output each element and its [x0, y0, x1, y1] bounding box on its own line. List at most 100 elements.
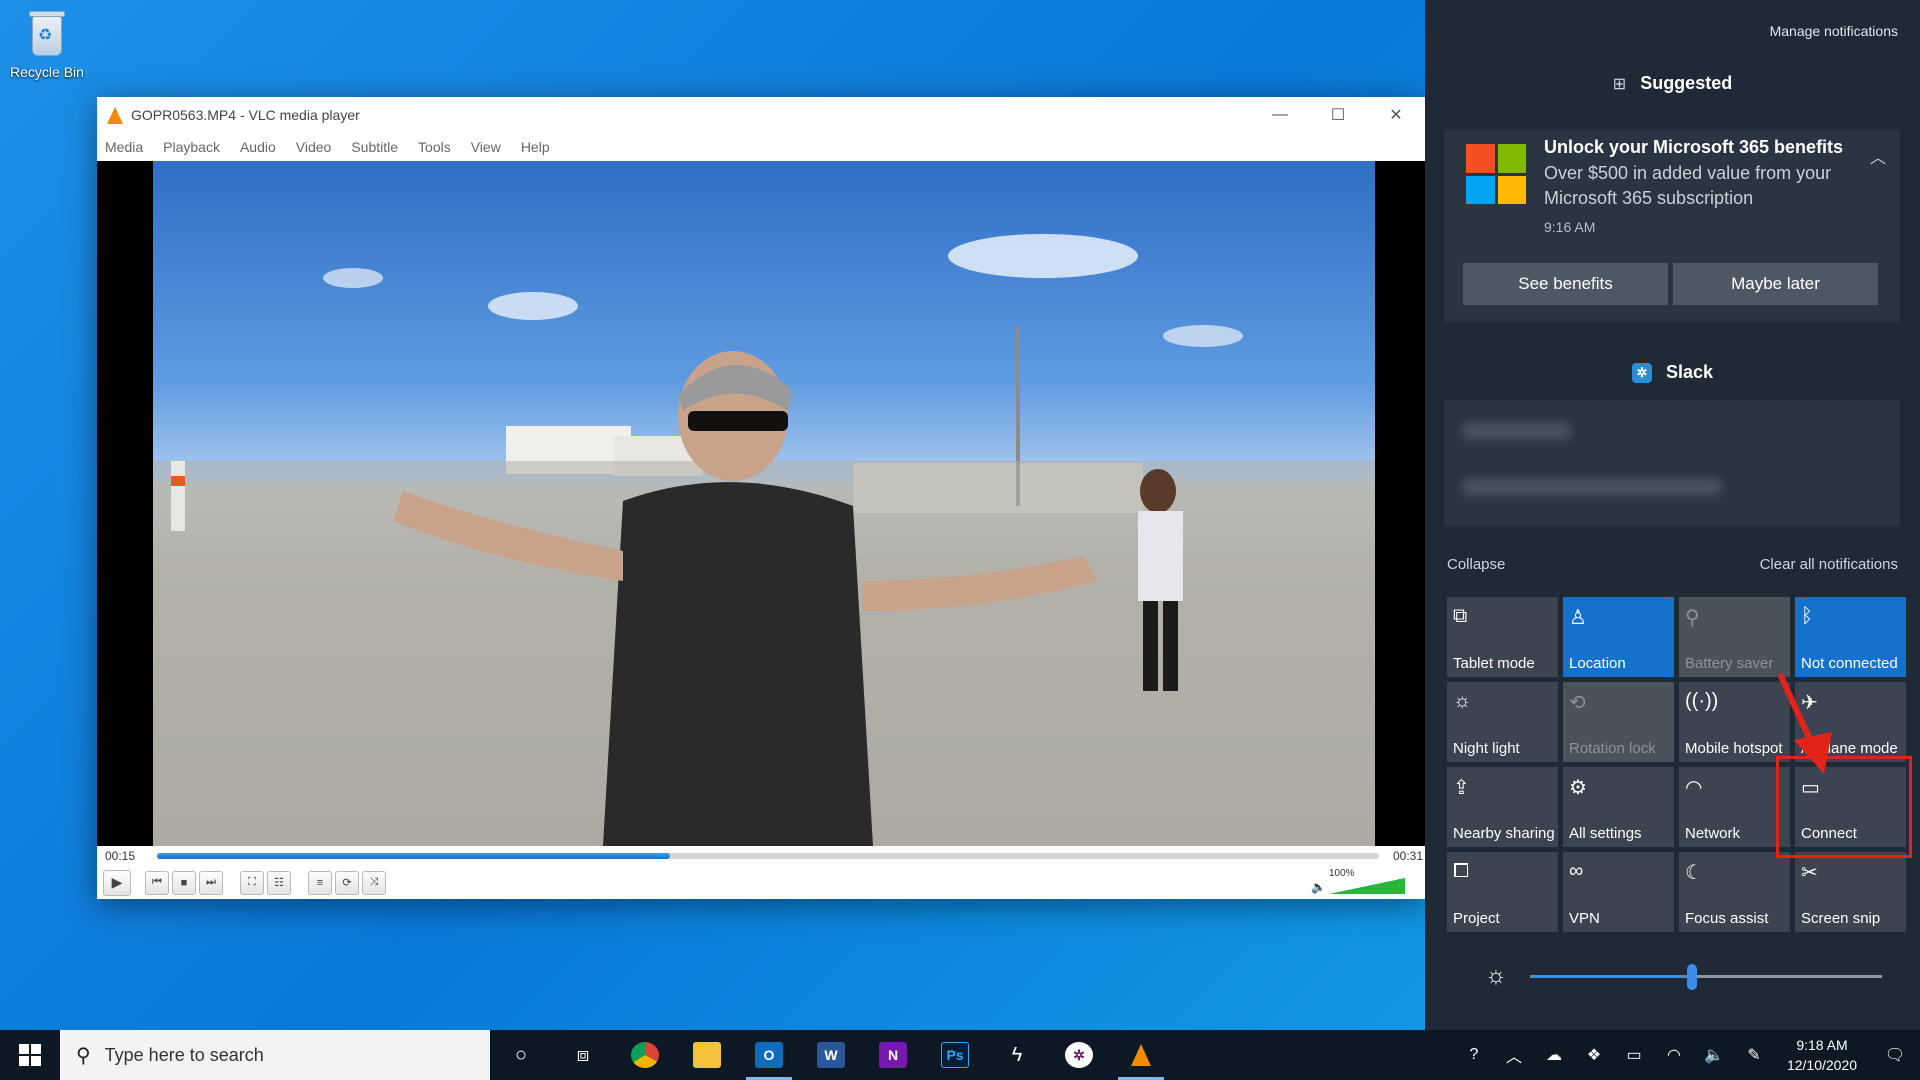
slack-notification[interactable]: [1444, 400, 1900, 526]
menu-audio[interactable]: Audio: [240, 139, 276, 155]
system-tray: ? ︿ ☁ ❖ ▭ ◠ 🔈 ✎ 9:18 AM 12/10/2020 🗨: [1454, 1030, 1920, 1080]
vlc-window[interactable]: GOPR0563.MP4 - VLC media player — ☐ ✕ Me…: [97, 97, 1425, 899]
mobile-hotspot-icon: ((·)): [1685, 690, 1719, 712]
tile-location[interactable]: ♙ Location: [1563, 597, 1674, 677]
slack-group-header: ✲ Slack: [1425, 362, 1920, 383]
video-area[interactable]: [97, 161, 1425, 846]
next-button[interactable]: ⏭: [199, 870, 223, 895]
tile-battery-saver[interactable]: ⚲ Battery saver: [1679, 597, 1790, 677]
loop-button[interactable]: ⟳: [335, 870, 359, 895]
seek-bar[interactable]: [157, 853, 1379, 859]
volume-icon[interactable]: 🔈: [1694, 1045, 1734, 1065]
maybe-later-button[interactable]: Maybe later: [1673, 263, 1878, 305]
battery-saver-icon: ⚲: [1685, 607, 1700, 629]
tile-project[interactable]: ⧠ Project: [1447, 852, 1558, 932]
minimize-button[interactable]: —: [1251, 97, 1309, 133]
recycle-bin-label: Recycle Bin: [10, 64, 84, 80]
taskbar-search-box[interactable]: ⚲ Type here to search: [60, 1030, 490, 1080]
clear-all-notifications-link[interactable]: Clear all notifications: [1760, 556, 1898, 573]
collapse-link[interactable]: Collapse: [1447, 556, 1505, 573]
onenote-taskbar-button[interactable]: N: [862, 1030, 924, 1080]
stop-button[interactable]: ■: [172, 870, 196, 895]
chrome-icon: [631, 1042, 659, 1068]
microsoft-logo-icon: [1466, 144, 1526, 204]
network-icon: ◠: [1685, 777, 1703, 799]
close-button[interactable]: ✕: [1367, 97, 1425, 133]
recycle-bin-shortcut[interactable]: ♻ Recycle Bin: [4, 8, 90, 80]
screen-snip-icon: ✂: [1801, 862, 1818, 884]
tile-nearby-sharing[interactable]: ⇪ Nearby sharing: [1447, 767, 1558, 847]
tile-night-light[interactable]: ☼ Night light: [1447, 682, 1558, 762]
slack-label: Slack: [1665, 362, 1714, 382]
task-view-button[interactable]: ⧈: [552, 1030, 614, 1080]
vpn-icon: ∞: [1569, 860, 1584, 882]
fullscreen-button[interactable]: ⛶: [240, 870, 264, 895]
previous-button[interactable]: ⏮: [145, 870, 169, 895]
vlc-title-bar[interactable]: GOPR0563.MP4 - VLC media player — ☐ ✕: [97, 97, 1425, 133]
extended-settings-button[interactable]: ☷: [267, 870, 291, 895]
tile-tablet-mode[interactable]: ⧉ Tablet mode: [1447, 597, 1558, 677]
playback-controls: ▶ ⏮ ■ ⏭ ⛶ ☷ ≡ ⟳ ⤨ 🔈 100%: [97, 866, 1425, 899]
photoshop-taskbar-button[interactable]: Ps: [924, 1030, 986, 1080]
tile-vpn[interactable]: ∞ VPN: [1563, 852, 1674, 932]
tile-screen-snip[interactable]: ✂ Screen snip: [1795, 852, 1906, 932]
lightning-app-button[interactable]: ϟ: [986, 1030, 1048, 1080]
onenote-icon: N: [879, 1042, 907, 1068]
clock-time: 9:18 AM: [1796, 1037, 1848, 1053]
seek-row: 00:15 00:31: [97, 846, 1425, 866]
tile-focus-assist[interactable]: ☾ Focus assist: [1679, 852, 1790, 932]
menu-tools[interactable]: Tools: [418, 139, 451, 155]
file-explorer-button[interactable]: [676, 1030, 738, 1080]
suggested-label: Suggested: [1640, 73, 1733, 93]
total-time: 00:31: [1392, 849, 1423, 863]
notification-title: Unlock your Microsoft 365 benefits: [1544, 137, 1844, 157]
menu-subtitle[interactable]: Subtitle: [351, 139, 398, 155]
night-light-icon: ☼: [1453, 690, 1472, 712]
start-button[interactable]: [0, 1030, 60, 1080]
play-button[interactable]: ▶: [103, 869, 131, 896]
vlc-taskbar-button[interactable]: [1110, 1030, 1172, 1080]
notification-time: 9:16 AM: [1544, 219, 1596, 235]
playlist-button[interactable]: ≡: [308, 870, 332, 895]
wifi-icon[interactable]: ◠: [1654, 1045, 1694, 1065]
action-center-button[interactable]: 🗨: [1870, 1030, 1920, 1080]
menu-playback[interactable]: Playback: [163, 139, 220, 155]
chrome-taskbar-button[interactable]: [614, 1030, 676, 1080]
cortana-button[interactable]: ○: [490, 1030, 552, 1080]
menu-media[interactable]: Media: [105, 139, 143, 155]
menu-help[interactable]: Help: [521, 139, 550, 155]
taskbar-clock[interactable]: 9:18 AM 12/10/2020: [1774, 1035, 1870, 1075]
cortana-icon: ○: [514, 1043, 528, 1066]
tablet-icon: ⧉: [1453, 605, 1468, 627]
slack-taskbar-button[interactable]: ✲: [1048, 1030, 1110, 1080]
tile-bluetooth[interactable]: ᛒ Not connected: [1795, 597, 1906, 677]
manage-notifications-link[interactable]: Manage notifications: [1770, 23, 1898, 39]
search-placeholder: Type here to search: [104, 1044, 264, 1065]
see-benefits-button[interactable]: See benefits: [1463, 263, 1668, 305]
brightness-slider-thumb[interactable]: [1686, 964, 1697, 990]
microsoft-365-notification[interactable]: Unlock your Microsoft 365 benefits Over …: [1444, 130, 1900, 322]
help-icon[interactable]: ?: [1454, 1046, 1494, 1064]
menu-view[interactable]: View: [471, 139, 501, 155]
tile-all-settings[interactable]: ⚙ All settings: [1563, 767, 1674, 847]
vlc-menu-bar: Media Playback Audio Video Subtitle Tool…: [97, 133, 1425, 161]
volume-slider[interactable]: [1329, 878, 1405, 894]
slack-taskbar-icon: ✲: [1065, 1042, 1093, 1068]
pen-icon[interactable]: ✎: [1734, 1045, 1774, 1065]
suggested-icon: ⊞: [1612, 75, 1627, 93]
brightness-icon: ☼: [1485, 962, 1507, 989]
maximize-button[interactable]: ☐: [1309, 97, 1367, 133]
onedrive-icon[interactable]: ☁: [1534, 1045, 1574, 1065]
word-taskbar-button[interactable]: W: [800, 1030, 862, 1080]
outlook-taskbar-button[interactable]: O: [738, 1030, 800, 1080]
action-center: Manage notifications ⊞ Suggested Unlock …: [1425, 0, 1920, 1030]
dropbox-icon[interactable]: ❖: [1574, 1045, 1614, 1065]
volume-control[interactable]: 🔈 100%: [1311, 868, 1411, 896]
menu-video[interactable]: Video: [296, 139, 332, 155]
chevron-up-icon[interactable]: ︿: [1870, 144, 1886, 168]
chevron-up-icon[interactable]: ︿: [1494, 1043, 1534, 1067]
window-title: GOPR0563.MP4 - VLC media player: [131, 107, 360, 123]
tile-rotation-lock[interactable]: ⟲ Rotation lock: [1563, 682, 1674, 762]
battery-icon[interactable]: ▭: [1614, 1045, 1654, 1065]
shuffle-button[interactable]: ⤨: [362, 870, 386, 895]
